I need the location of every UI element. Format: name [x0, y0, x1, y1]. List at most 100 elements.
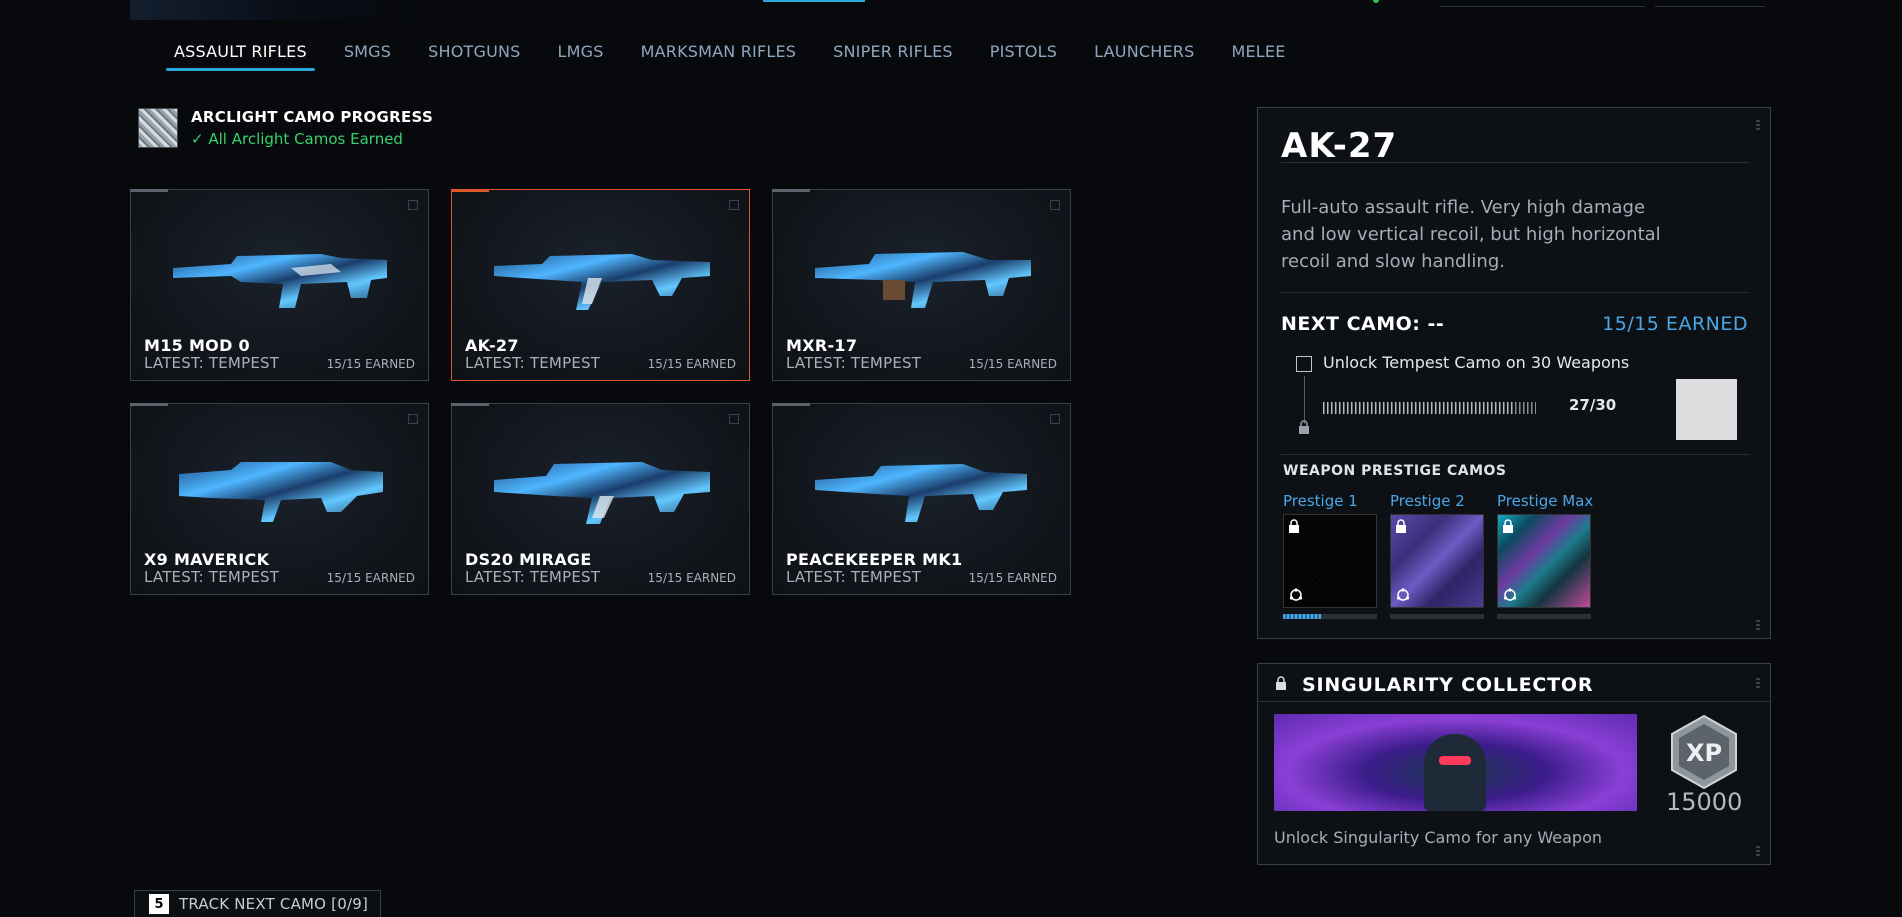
online-status-dot [1373, 0, 1379, 3]
pin-icon[interactable] [729, 414, 739, 424]
svg-text:XP: XP [1686, 739, 1722, 767]
challenge-reward-thumbnail[interactable] [1676, 379, 1737, 440]
challenge-count: 27/30 [1569, 396, 1617, 414]
weapon-card-peacekeeper-mk1[interactable]: PEACEKEEPER MK1 LATEST: TEMPEST 15/15 EA… [772, 403, 1071, 595]
tab-melee[interactable]: MELEE [1223, 38, 1293, 71]
pin-icon[interactable] [408, 414, 418, 424]
xp-reward-value: 15000 [1666, 788, 1743, 816]
arclight-progress-status: ✓ All Arclight Camos Earned [191, 130, 433, 148]
top-field-1[interactable] [1440, 6, 1645, 7]
prestige-2-swatch[interactable] [1390, 514, 1484, 608]
weapon-latest-camo: LATEST: TEMPEST [786, 568, 922, 586]
divider [1281, 162, 1749, 163]
weapon-name: M15 MOD 0 [144, 336, 250, 355]
panel-grip-icon [1756, 618, 1760, 630]
lock-icon [1396, 519, 1406, 533]
weapon-detail-panel: AK-27 Full-auto assault rifle. Very high… [1257, 107, 1771, 639]
weapon-earned-count: 15/15 EARNED [968, 357, 1057, 371]
weapon-category-tabs: ASSAULT RIFLES SMGS SHOTGUNS LMGS MARKSM… [166, 38, 1315, 71]
weapon-latest-camo: LATEST: TEMPEST [144, 568, 280, 586]
pin-icon[interactable] [1050, 200, 1060, 210]
next-camo-label: NEXT CAMO: -- [1281, 313, 1445, 335]
card-corner-accent [130, 403, 168, 406]
weapon-card-ak-27[interactable]: AK-27 LATEST: TEMPEST 15/15 EARNED [451, 189, 750, 381]
track-next-camo-button[interactable]: 5 TRACK NEXT CAMO [0/9] [134, 890, 381, 917]
pin-icon[interactable] [1050, 414, 1060, 424]
weapon-latest-camo: LATEST: TEMPEST [144, 354, 280, 372]
tab-pistols[interactable]: PISTOLS [982, 38, 1065, 71]
pin-icon[interactable] [408, 200, 418, 210]
detail-earned-count: 15/15 EARNED [1602, 313, 1748, 335]
weapon-name: AK-27 [465, 336, 519, 355]
prestige-emblem-icon [1289, 588, 1303, 601]
weapon-image [494, 462, 710, 524]
prestige-2[interactable]: Prestige 2 [1390, 492, 1484, 619]
panel-grip-icon [1756, 118, 1760, 130]
prestige-progress-bar [1283, 614, 1377, 619]
track-next-camo-label: TRACK NEXT CAMO [0/9] [179, 895, 368, 913]
panel-grip-icon [1756, 844, 1760, 856]
prestige-label: Prestige 1 [1283, 492, 1358, 510]
lock-icon [1289, 519, 1299, 533]
operator-visor [1439, 756, 1471, 765]
divider [1281, 292, 1749, 293]
lock-icon [1276, 676, 1286, 690]
weapon-latest-camo: LATEST: TEMPEST [465, 354, 601, 372]
weapon-card-ds20-mirage[interactable]: DS20 MIRAGE LATEST: TEMPEST 15/15 EARNED [451, 403, 750, 595]
challenge-text: Unlock Tempest Camo on 30 Weapons [1323, 353, 1630, 372]
weapon-image [173, 254, 387, 308]
singularity-collector-panel: SINGULARITY COLLECTOR XP 15000 Unlock Si… [1257, 663, 1771, 865]
tab-launchers[interactable]: LAUNCHERS [1086, 38, 1202, 71]
singularity-unlock-text: Unlock Singularity Camo for any Weapon [1274, 828, 1603, 847]
arclight-progress: ARCLIGHT CAMO PROGRESS ✓ All Arclight Ca… [138, 108, 433, 148]
prestige-label: Prestige Max [1497, 492, 1594, 510]
tab-marksman-rifles[interactable]: MARKSMAN RIFLES [633, 38, 805, 71]
pin-icon[interactable] [729, 200, 739, 210]
prestige-emblem-icon [1396, 588, 1410, 601]
lock-icon [1503, 519, 1513, 533]
weapon-card-m15-mod-0[interactable]: M15 MOD 0 LATEST: TEMPEST 15/15 EARNED [130, 189, 429, 381]
card-corner-accent [772, 189, 810, 192]
weapon-latest-camo: LATEST: TEMPEST [465, 568, 601, 586]
card-corner-accent [130, 189, 168, 192]
lock-icon [1299, 420, 1309, 434]
challenge-progress-fill [1323, 402, 1515, 414]
top-field-2[interactable] [1655, 6, 1765, 7]
prestige-progress-bar [1497, 614, 1591, 619]
top-nav-active-indicator [763, 0, 865, 2]
weapon-name: PEACEKEEPER MK1 [786, 550, 963, 569]
weapon-card-x9-maverick[interactable]: X9 MAVERICK LATEST: TEMPEST 15/15 EARNED [130, 403, 429, 595]
tab-sniper-rifles[interactable]: SNIPER RIFLES [825, 38, 961, 71]
tab-lmgs[interactable]: LMGS [550, 38, 612, 71]
prestige-1[interactable]: Prestige 1 [1283, 492, 1377, 619]
singularity-calling-card [1274, 714, 1637, 811]
weapon-earned-count: 15/15 EARNED [647, 571, 736, 585]
weapon-earned-count: 15/15 EARNED [968, 571, 1057, 585]
weapon-image [815, 252, 1031, 308]
challenge-track-checkbox[interactable] [1296, 356, 1312, 372]
xp-badge-icon: XP [1671, 714, 1737, 790]
weapon-latest-camo: LATEST: TEMPEST [786, 354, 922, 372]
weapon-name: X9 MAVERICK [144, 550, 270, 569]
prestige-1-swatch[interactable] [1283, 514, 1377, 608]
top-strip [0, 0, 1902, 20]
weapon-card-mxr-17[interactable]: MXR-17 LATEST: TEMPEST 15/15 EARNED [772, 189, 1071, 381]
prestige-max[interactable]: Prestige Max [1497, 492, 1594, 619]
tab-assault-rifles[interactable]: ASSAULT RIFLES [166, 38, 315, 71]
card-corner-accent [451, 403, 489, 406]
prestige-emblem-icon [1503, 588, 1517, 601]
weapon-name: DS20 MIRAGE [465, 550, 592, 569]
tab-smgs[interactable]: SMGS [336, 38, 399, 71]
weapon-image [179, 462, 383, 522]
check-icon: ✓ [191, 130, 204, 148]
divider [1258, 701, 1770, 702]
weapon-earned-count: 15/15 EARNED [326, 571, 415, 585]
arclight-progress-status-text: All Arclight Camos Earned [208, 130, 403, 148]
keybind-hint: 5 [149, 894, 169, 914]
challenge-progress-bar [1323, 402, 1536, 414]
arclight-progress-title: ARCLIGHT CAMO PROGRESS [191, 108, 434, 126]
singularity-title: SINGULARITY COLLECTOR [1302, 674, 1594, 696]
card-corner-accent [772, 403, 810, 406]
prestige-max-swatch[interactable] [1497, 514, 1591, 608]
tab-shotguns[interactable]: SHOTGUNS [420, 38, 528, 71]
